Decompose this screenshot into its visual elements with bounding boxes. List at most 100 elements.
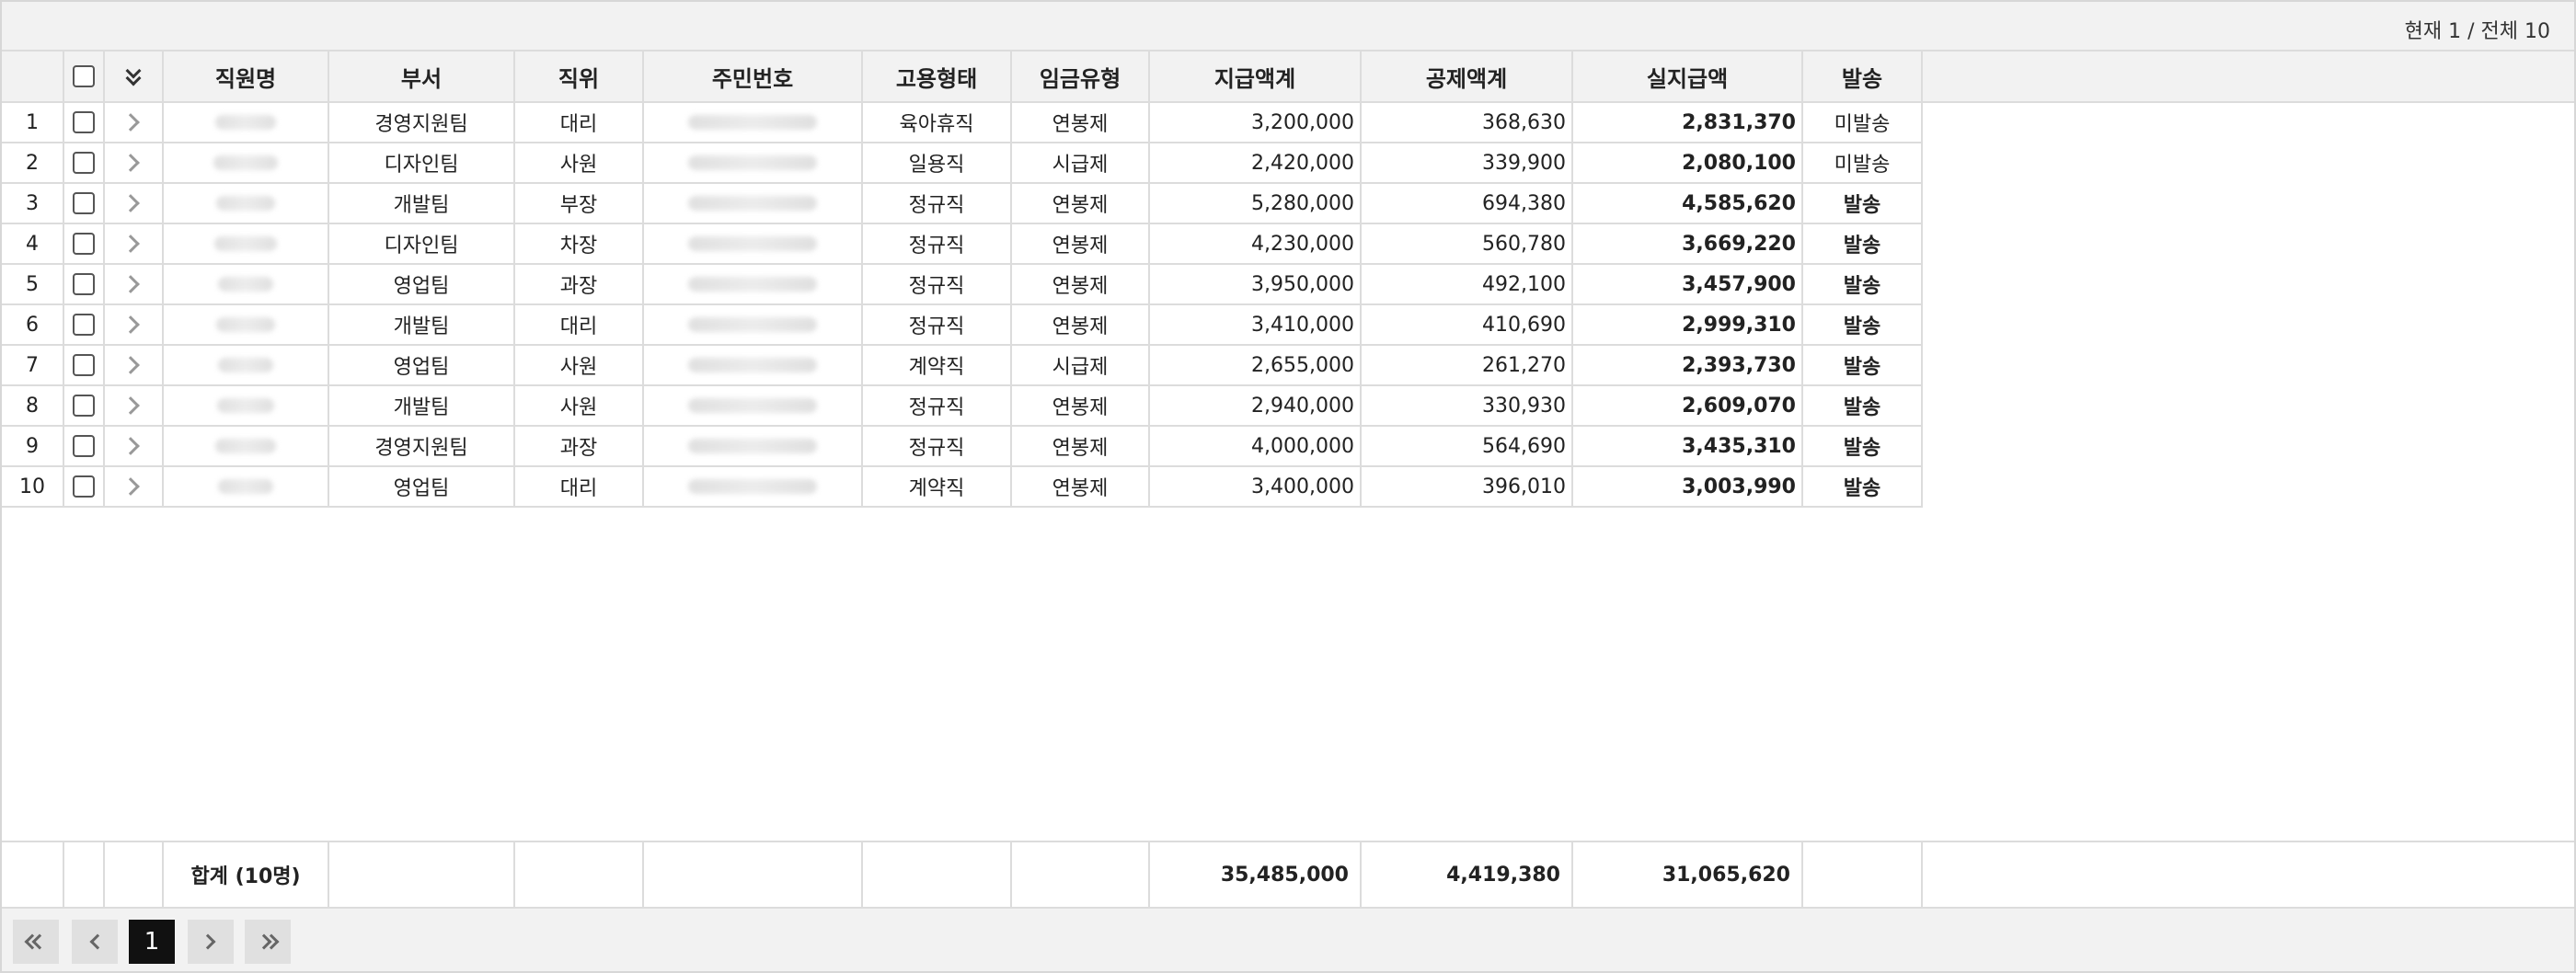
last-page-button[interactable]	[245, 920, 291, 964]
row-expand-button[interactable]	[105, 346, 164, 384]
cell-position: 사원	[515, 143, 644, 182]
cell-rrn-redacted	[644, 103, 863, 142]
row-checkbox[interactable]	[73, 395, 95, 417]
row-checkbox[interactable]	[73, 435, 95, 457]
row-select-cell[interactable]	[64, 386, 105, 425]
row-expand-button[interactable]	[105, 224, 164, 263]
cell-dept: 영업팀	[329, 346, 515, 384]
row-expand-button[interactable]	[105, 467, 164, 506]
row-select-cell[interactable]	[64, 265, 105, 303]
send-status[interactable]: 발송	[1803, 346, 1923, 384]
header-net[interactable]: 실지급액	[1573, 52, 1803, 101]
row-select-cell[interactable]	[64, 184, 105, 223]
redacted-blur	[215, 115, 276, 130]
table-row[interactable]: 5 영업팀 과장 정규직 연봉제 3,950,000 492,100 3,457,900 발송	[2, 265, 1923, 305]
header-dept[interactable]: 부서	[329, 52, 515, 101]
row-expand-button[interactable]	[105, 386, 164, 425]
row-select-cell[interactable]	[64, 143, 105, 182]
header-select-all[interactable]	[64, 52, 105, 101]
table-row[interactable]: 4 디자인팀 차장 정규직 연봉제 4,230,000 560,780 3,669,220 발송	[2, 224, 1923, 265]
cell-employment: 정규직	[863, 305, 1012, 344]
row-expand-button[interactable]	[105, 427, 164, 465]
expand-all-button[interactable]	[105, 52, 164, 101]
first-page-button[interactable]	[13, 920, 59, 964]
row-checkbox[interactable]	[73, 475, 95, 498]
header-rrn[interactable]: 주민번호	[644, 52, 863, 101]
cell-no: 9	[2, 427, 64, 465]
row-select-cell[interactable]	[64, 103, 105, 142]
row-checkbox[interactable]	[73, 273, 95, 295]
select-all-checkbox[interactable]	[73, 65, 95, 87]
cell-rrn-redacted	[644, 386, 863, 425]
cell-position: 과장	[515, 427, 644, 465]
next-page-button[interactable]	[188, 920, 234, 964]
prev-page-button[interactable]	[72, 920, 118, 964]
cell-rrn-redacted	[644, 346, 863, 384]
chevron-right-icon	[121, 356, 140, 374]
cell-deduction: 261,270	[1362, 346, 1573, 384]
cell-deduction: 560,780	[1362, 224, 1573, 263]
redacted-blur	[688, 317, 817, 332]
row-checkbox[interactable]	[73, 111, 95, 133]
header-sent[interactable]: 발송	[1803, 52, 1923, 101]
cell-net: 3,003,990	[1573, 467, 1803, 506]
table-row[interactable]: 10 영업팀 대리 계약직 연봉제 3,400,000 396,010 3,003,990 발송	[2, 467, 1923, 508]
page-info: 현재 1 / 전체 10	[2404, 20, 2550, 43]
table-row[interactable]: 3 개발팀 부장 정규직 연봉제 5,280,000 694,380 4,585,620 발송	[2, 184, 1923, 224]
cell-gross: 2,420,000	[1150, 143, 1362, 182]
row-checkbox[interactable]	[73, 314, 95, 336]
row-checkbox[interactable]	[73, 152, 95, 174]
table-row[interactable]: 6 개발팀 대리 정규직 연봉제 3,410,000 410,690 2,999,310 발송	[2, 305, 1923, 346]
cell-net: 3,435,310	[1573, 427, 1803, 465]
send-status[interactable]: 발송	[1803, 184, 1923, 223]
summary-row: 합계 (10명) 35,485,000 4,419,380 31,065,620	[2, 841, 2574, 907]
cell-name-redacted	[164, 103, 329, 142]
row-expand-button[interactable]	[105, 143, 164, 182]
row-select-cell[interactable]	[64, 305, 105, 344]
header-name[interactable]: 직원명	[164, 52, 329, 101]
row-expand-button[interactable]	[105, 184, 164, 223]
row-select-cell[interactable]	[64, 346, 105, 384]
cell-rrn-redacted	[644, 224, 863, 263]
header-deduction[interactable]: 공제액계	[1362, 52, 1573, 101]
row-expand-button[interactable]	[105, 265, 164, 303]
cell-position: 부장	[515, 184, 644, 223]
row-checkbox[interactable]	[73, 192, 95, 214]
cell-wage-type: 시급제	[1012, 143, 1150, 182]
cell-employment: 계약직	[863, 467, 1012, 506]
row-checkbox[interactable]	[73, 354, 95, 376]
table-row[interactable]: 7 영업팀 사원 계약직 시급제 2,655,000 261,270 2,393,730 발송	[2, 346, 1923, 386]
cell-deduction: 396,010	[1362, 467, 1573, 506]
table-row[interactable]: 2 디자인팀 사원 일용직 시급제 2,420,000 339,900 2,080,100 미발…	[2, 143, 1923, 184]
header-employment[interactable]: 고용형태	[863, 52, 1012, 101]
send-status[interactable]: 발송	[1803, 265, 1923, 303]
cell-name-redacted	[164, 427, 329, 465]
table-row[interactable]: 1 경영지원팀 대리 육아휴직 연봉제 3,200,000 368,630 2,831,370…	[2, 103, 1923, 143]
double-chevron-down-icon	[124, 63, 143, 87]
table-row[interactable]: 8 개발팀 사원 정규직 연봉제 2,940,000 330,930 2,609,070 발송	[2, 386, 1923, 427]
send-status[interactable]: 미발송	[1803, 103, 1923, 142]
row-select-cell[interactable]	[64, 427, 105, 465]
row-checkbox[interactable]	[73, 233, 95, 255]
row-expand-button[interactable]	[105, 103, 164, 142]
header-gross[interactable]: 지급액계	[1150, 52, 1362, 101]
cell-net: 2,999,310	[1573, 305, 1803, 344]
send-status[interactable]: 발송	[1803, 427, 1923, 465]
chevron-right-icon	[200, 933, 216, 950]
cell-position: 차장	[515, 224, 644, 263]
send-status[interactable]: 발송	[1803, 386, 1923, 425]
cell-gross: 4,230,000	[1150, 224, 1362, 263]
row-expand-button[interactable]	[105, 305, 164, 344]
send-status[interactable]: 발송	[1803, 467, 1923, 506]
row-select-cell[interactable]	[64, 224, 105, 263]
redacted-blur	[218, 479, 273, 494]
send-status[interactable]: 발송	[1803, 305, 1923, 344]
send-status[interactable]: 미발송	[1803, 143, 1923, 182]
page-button-1[interactable]: 1	[129, 920, 175, 964]
header-wage-type[interactable]: 임금유형	[1012, 52, 1150, 101]
header-position[interactable]: 직위	[515, 52, 644, 101]
send-status[interactable]: 발송	[1803, 224, 1923, 263]
table-row[interactable]: 9 경영지원팀 과장 정규직 연봉제 4,000,000 564,690 3,435,310 발…	[2, 427, 1923, 467]
row-select-cell[interactable]	[64, 467, 105, 506]
cell-dept: 경영지원팀	[329, 103, 515, 142]
